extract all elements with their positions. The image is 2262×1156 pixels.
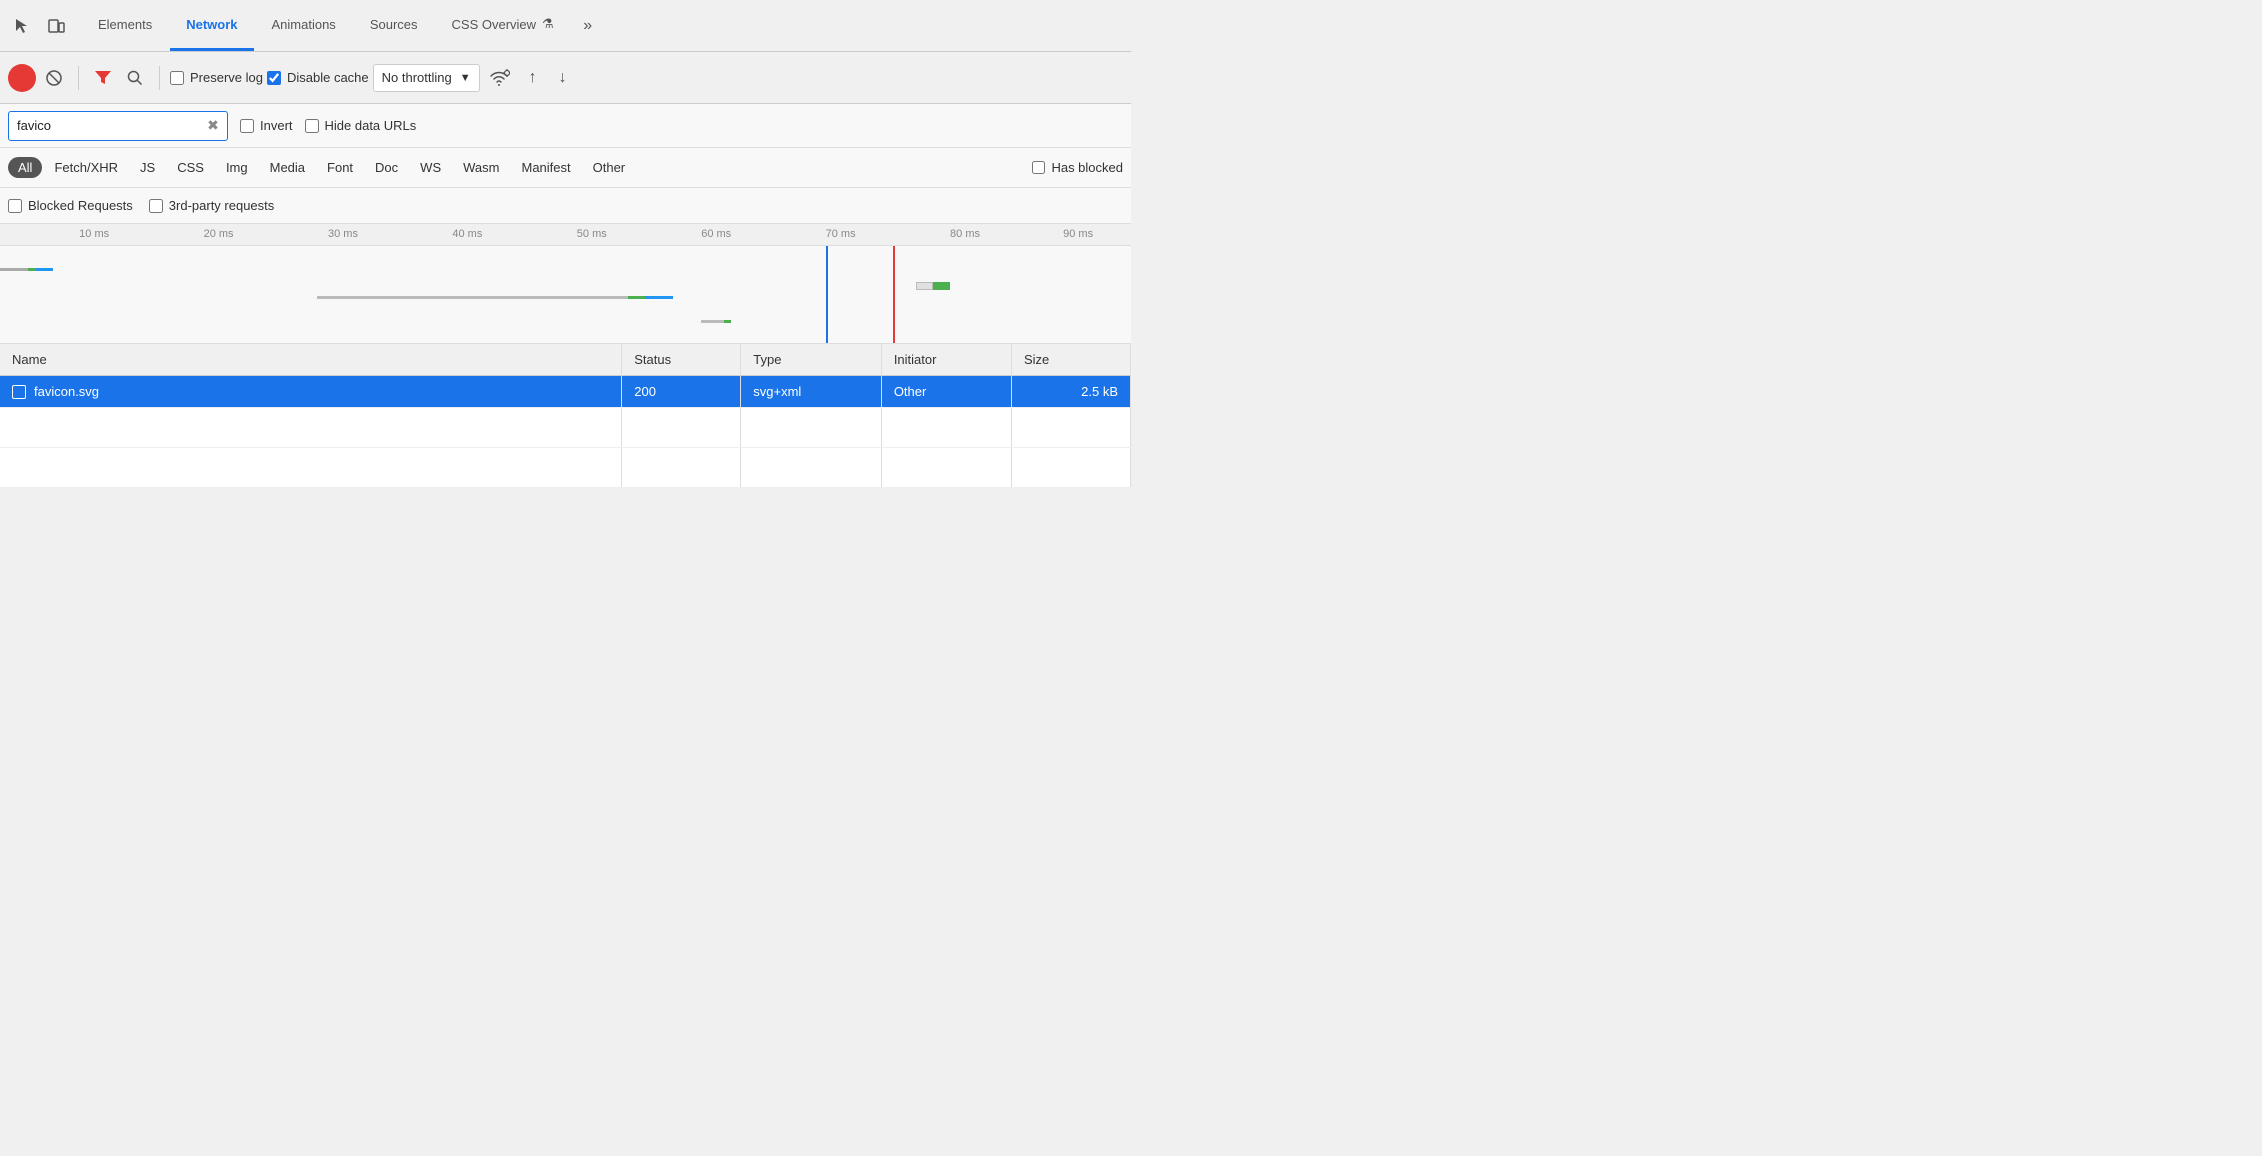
download-icon[interactable]: ↓ — [552, 67, 574, 89]
disable-cache-checkbox[interactable] — [267, 71, 281, 85]
chevron-down-icon: ▼ — [460, 72, 471, 84]
upload-download-icons: ↑ ↓ — [522, 67, 574, 89]
hide-data-urls-checkbox[interactable] — [305, 119, 319, 133]
cell-type: svg+xml — [741, 376, 882, 408]
table-header: Name Status Type Initiator Size — [0, 344, 1131, 376]
wf-bar-2d — [645, 296, 673, 299]
type-filter-media[interactable]: Media — [260, 157, 315, 178]
tab-elements[interactable]: Elements — [82, 0, 168, 51]
timeline-canvas — [0, 246, 1131, 344]
ruler-tick-60ms: 60 ms — [701, 228, 731, 240]
record-button[interactable] — [8, 64, 36, 92]
empty-row-2 — [0, 448, 1131, 488]
tab-sources[interactable]: Sources — [354, 0, 434, 51]
cell-size: 2.5 kB — [1011, 376, 1130, 408]
cell-status: 200 — [622, 376, 741, 408]
type-filter-js[interactable]: JS — [130, 157, 165, 178]
blocked-bar: Blocked Requests 3rd-party requests — [0, 188, 1131, 224]
preserve-log-label[interactable]: Preserve log — [170, 70, 263, 85]
cell-name: favicon.svg — [0, 376, 622, 408]
ruler-tick-20ms: 20 ms — [204, 228, 234, 240]
separator-1 — [78, 66, 79, 90]
tabs-container: Elements Network Animations Sources CSS … — [82, 0, 570, 51]
more-tabs-button[interactable]: » — [574, 12, 602, 40]
type-filter-other[interactable]: Other — [583, 157, 636, 178]
type-filter-ws[interactable]: WS — [410, 157, 451, 178]
tab-bar: Elements Network Animations Sources CSS … — [0, 0, 1131, 52]
type-filter-css[interactable]: CSS — [167, 157, 214, 178]
ruler-tick-30ms: 30 ms — [328, 228, 358, 240]
network-table: Name Status Type Initiator Size — [0, 344, 1131, 488]
wf-bar-2a — [317, 296, 634, 299]
type-filter-wasm[interactable]: Wasm — [453, 157, 509, 178]
flask-icon: ⚗ — [542, 16, 554, 32]
wf-bar-4b — [933, 282, 950, 290]
ruler-tick-80ms: 80 ms — [950, 228, 980, 240]
col-name[interactable]: Name — [0, 344, 622, 376]
wf-bar-2b — [628, 296, 639, 299]
col-size[interactable]: Size — [1011, 344, 1130, 376]
table-row[interactable]: favicon.svg 200 svg+xml Other 2.5 kB — [0, 376, 1131, 408]
type-filter-manifest[interactable]: Manifest — [511, 157, 580, 178]
ruler-tick-10ms: 10 ms — [79, 228, 109, 240]
type-filter-img[interactable]: Img — [216, 157, 258, 178]
search-input[interactable] — [8, 111, 228, 141]
upload-icon[interactable]: ↑ — [522, 67, 544, 89]
devtools-icons — [8, 12, 70, 40]
throttle-select[interactable]: No throttling ▼ — [373, 64, 480, 92]
has-blocked-checkbox[interactable] — [1032, 161, 1045, 174]
blue-vertical-line — [826, 246, 828, 344]
separator-2 — [159, 66, 160, 90]
network-table-wrap: Name Status Type Initiator Size — [0, 344, 1131, 488]
type-filter-fetch-xhr[interactable]: Fetch/XHR — [44, 157, 128, 178]
cursor-icon[interactable] — [8, 12, 36, 40]
has-blocked-label[interactable]: Has blocked — [1032, 160, 1123, 175]
type-filter-all[interactable]: All — [8, 157, 42, 178]
ruler-tick-50ms: 50 ms — [577, 228, 607, 240]
wf-bar-4a — [916, 282, 933, 290]
tab-network[interactable]: Network — [170, 0, 253, 51]
type-filter-bar: All Fetch/XHR JS CSS Img Media Font Doc … — [0, 148, 1131, 188]
wf-bar-3b — [724, 320, 731, 323]
record-icon — [15, 71, 29, 85]
invert-checkbox[interactable] — [240, 119, 254, 133]
type-filter-font[interactable]: Font — [317, 157, 363, 178]
hide-data-urls-label[interactable]: Hide data URLs — [305, 118, 417, 133]
blocked-requests-checkbox[interactable] — [8, 199, 22, 213]
col-type[interactable]: Type — [741, 344, 882, 376]
col-status[interactable]: Status — [622, 344, 741, 376]
preserve-log-checkbox[interactable] — [170, 71, 184, 85]
empty-row-1 — [0, 408, 1131, 448]
timeline-ruler: 10 ms 20 ms 30 ms 40 ms 50 ms 60 ms 70 m… — [0, 224, 1131, 246]
tab-animations[interactable]: Animations — [256, 0, 352, 51]
clear-button[interactable] — [40, 64, 68, 92]
third-party-label[interactable]: 3rd-party requests — [149, 198, 275, 213]
ruler-tick-40ms: 40 ms — [452, 228, 482, 240]
filter-bar: ✖ Invert Hide data URLs — [0, 104, 1131, 148]
search-icon[interactable] — [121, 64, 149, 92]
network-toolbar: Preserve log Disable cache No throttling… — [0, 52, 1131, 104]
network-settings-icon[interactable] — [488, 69, 510, 87]
red-vertical-line — [893, 246, 895, 344]
table-body: favicon.svg 200 svg+xml Other 2.5 kB — [0, 376, 1131, 488]
clear-search-button[interactable]: ✖ — [204, 117, 222, 135]
cell-initiator: Other — [881, 376, 1011, 408]
row-checkbox[interactable] — [12, 385, 26, 399]
third-party-checkbox[interactable] — [149, 199, 163, 213]
filter-icon[interactable] — [89, 64, 117, 92]
tab-css-overview[interactable]: CSS Overview ⚗ — [436, 0, 570, 51]
device-toggle-icon[interactable] — [42, 12, 70, 40]
wf-bar-1c — [36, 268, 53, 271]
invert-label[interactable]: Invert — [240, 118, 293, 133]
search-input-wrap: ✖ — [8, 111, 228, 141]
type-filter-doc[interactable]: Doc — [365, 157, 408, 178]
blocked-requests-label[interactable]: Blocked Requests — [8, 198, 133, 213]
disable-cache-label[interactable]: Disable cache — [267, 70, 369, 85]
timeline-area: 10 ms 20 ms 30 ms 40 ms 50 ms 60 ms 70 m… — [0, 224, 1131, 344]
ruler-tick-90ms: 90 ms — [1063, 228, 1093, 240]
col-initiator[interactable]: Initiator — [881, 344, 1011, 376]
ruler-tick-70ms: 70 ms — [826, 228, 856, 240]
wf-bar-3a — [701, 320, 724, 323]
